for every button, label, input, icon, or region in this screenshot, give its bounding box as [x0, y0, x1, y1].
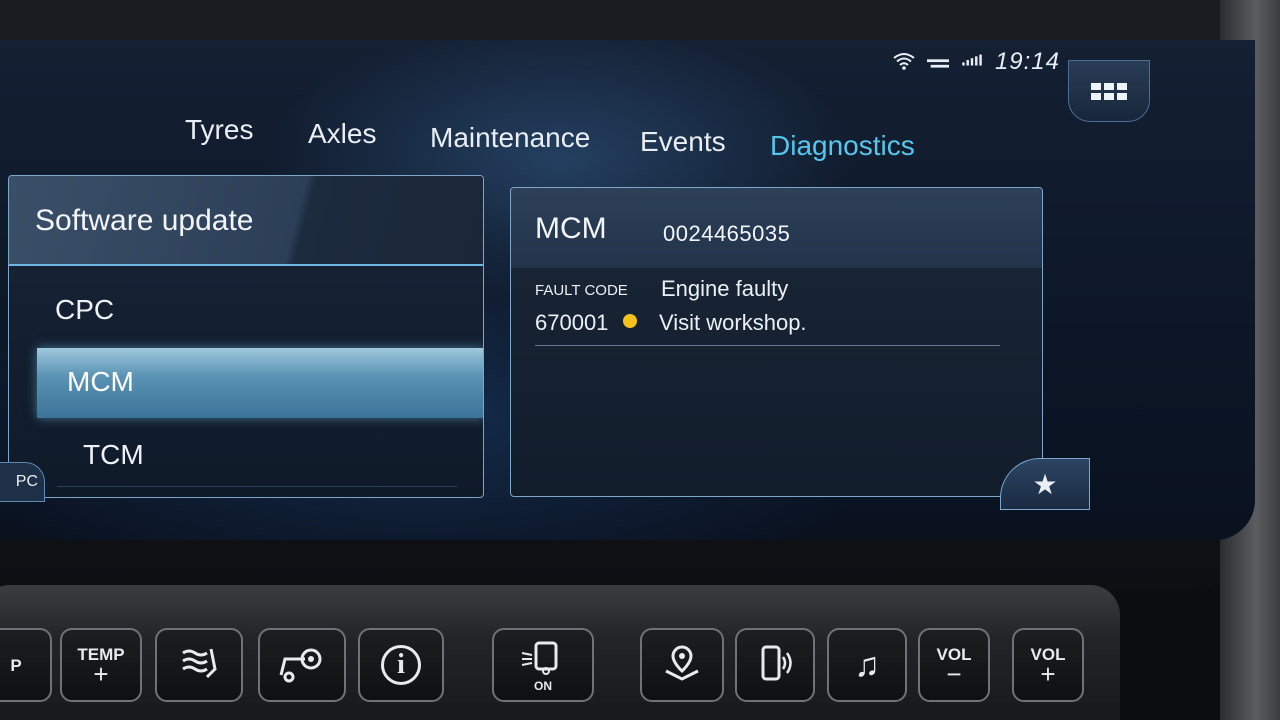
clock: 19:14 — [994, 48, 1060, 75]
grid-icon — [1091, 82, 1127, 100]
list-item-label: MCM — [67, 366, 134, 397]
plus-icon: + — [1040, 658, 1056, 689]
software-update-list: Software update CPC MCM TCM — [8, 175, 484, 498]
vehicle-settings-button[interactable] — [258, 628, 346, 702]
wifi-icon — [893, 53, 915, 70]
button-label: P — [10, 655, 22, 675]
app-grid-button[interactable] — [1068, 60, 1150, 122]
star-icon: ★ — [1032, 468, 1058, 500]
seat-heat-button[interactable] — [155, 628, 243, 702]
list-item-label: TCM — [83, 439, 144, 470]
list-title: Software update — [35, 204, 254, 237]
list-item-mcm[interactable]: MCM — [37, 348, 483, 418]
plus-icon: + — [93, 658, 109, 689]
vehicle-settings-icon — [277, 643, 327, 688]
tab-axles[interactable]: Axles — [308, 118, 376, 150]
fault-code-label: FAULT CODE — [535, 282, 628, 299]
seat-heat-icon — [177, 643, 221, 688]
volume-down-button[interactable]: VOL − — [918, 628, 990, 702]
work-light-button[interactable]: ON — [492, 628, 594, 702]
fault-description: Engine faulty — [661, 276, 789, 301]
fault-code-value: 670001 — [535, 310, 609, 335]
navigation-icon — [662, 643, 702, 688]
phone-icon — [755, 643, 795, 688]
side-tab[interactable]: PC — [0, 462, 45, 502]
list-item-cpc[interactable]: CPC — [35, 276, 483, 344]
status-bar: 19:14 — [893, 48, 1060, 76]
tab-maintenance[interactable]: Maintenance — [430, 122, 590, 154]
fault-status-dot-icon — [623, 314, 637, 328]
list-item-label: CPC — [55, 294, 115, 325]
button-label: ON — [534, 678, 552, 693]
signal-icon — [961, 54, 983, 70]
ecu-name: MCM — [535, 212, 607, 245]
ecu-detail-panel: MCM 0024465035 FAULT CODE 670001 Engine … — [510, 187, 1043, 497]
temp-plus-button[interactable]: TEMP + — [60, 628, 142, 702]
info-button[interactable]: i — [358, 628, 444, 702]
ecu-part-number: 0024465035 — [663, 221, 791, 246]
tab-tyres[interactable]: Tyres — [185, 114, 253, 146]
music-button[interactable]: ♫ — [827, 628, 907, 702]
info-glyph: i — [397, 649, 405, 680]
info-icon: i — [381, 645, 421, 685]
list-item-tcm[interactable]: TCM — [57, 421, 457, 487]
tab-bar: Tyres Axles Maintenance Events Diagnosti… — [0, 110, 1000, 170]
detail-header: MCM 0024465035 — [511, 188, 1042, 268]
tab-diagnostics[interactable]: Diagnostics — [770, 130, 915, 162]
volume-up-button[interactable]: VOL + — [1012, 628, 1084, 702]
list-header: Software update — [9, 176, 483, 266]
fault-advice: Visit workshop. — [659, 310, 807, 335]
navigation-button[interactable] — [640, 628, 724, 702]
phone-button[interactable] — [735, 628, 815, 702]
tab-events[interactable]: Events — [640, 126, 726, 158]
temp-left-button[interactable]: P — [0, 628, 52, 702]
music-icon: ♫ — [854, 646, 880, 684]
divider — [535, 345, 1000, 346]
cast-icon — [926, 54, 949, 70]
minus-icon: − — [946, 658, 962, 689]
truck-light-icon — [518, 639, 568, 680]
